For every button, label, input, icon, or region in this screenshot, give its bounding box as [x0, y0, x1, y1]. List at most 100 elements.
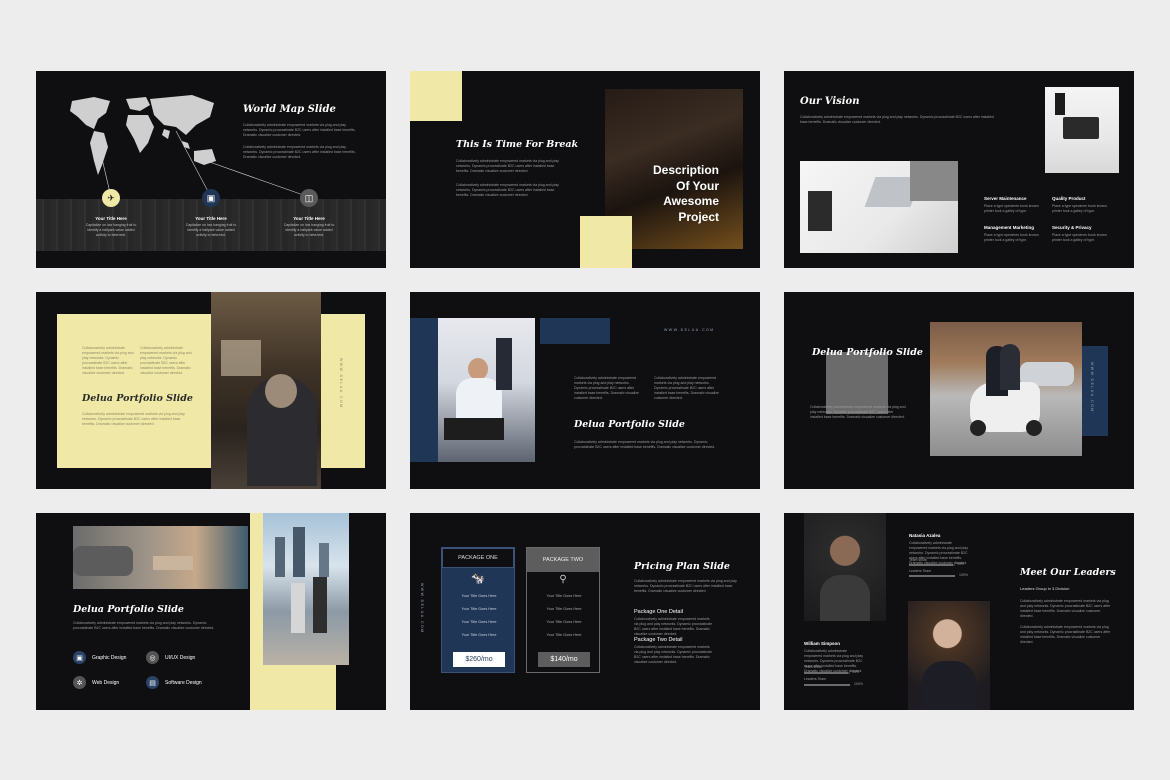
- service-uiux-design[interactable]: ◎ UI/UX Design: [146, 651, 195, 664]
- overlay-line-1: Description: [652, 163, 719, 177]
- slide-body-text: Collaboratively administrate empowered m…: [1020, 599, 1111, 618]
- slide-body-text: Collaboratively administrate empowered m…: [634, 579, 737, 593]
- briefcase-icon: ▣: [202, 189, 220, 207]
- item-text-1: Capitalize on low hanging fruit to ident…: [85, 223, 137, 237]
- slide-portfolio-yellow[interactable]: Collaboratively administrate empowered m…: [36, 292, 386, 489]
- navy-block-left: [410, 318, 438, 462]
- column-text-2: Collaboratively administrate empowered m…: [654, 376, 719, 400]
- leader-one-bar-a: [909, 564, 953, 566]
- slide-portfolio-services[interactable]: Delua Portfolio Slide Collaboratively ad…: [36, 513, 386, 710]
- slide-our-vision[interactable]: Our Vision Collaboratively administrate …: [784, 71, 1134, 268]
- cup-icon: ◫: [300, 189, 318, 207]
- service-label: Graphic Design: [92, 654, 127, 661]
- slide-title: This Is Time For Break: [456, 139, 579, 150]
- url-text: WWW.DELUA.COM: [664, 328, 715, 332]
- city-meeting-photo: [263, 513, 349, 665]
- leader-one-skill-b: Leaders Team: [909, 569, 932, 573]
- service-label: Web Design: [92, 679, 120, 686]
- service-web-design[interactable]: ✲ Web Design: [73, 676, 119, 689]
- slide-body-text-2: Collaboratively administrate empowered m…: [456, 183, 559, 197]
- leader-one-bar-b: [909, 575, 955, 577]
- item-title-1: Your Title Here: [95, 216, 127, 221]
- slide-body-text-2: Collaboratively administrate empowered m…: [1020, 625, 1111, 644]
- slide-body-text-2: Collaboratively administrate empowered m…: [243, 145, 356, 159]
- service-graphic-design[interactable]: ▣ Graphic Design: [73, 651, 126, 664]
- leader-two-bar-a: [804, 672, 848, 674]
- leader-one-name: Natasia Azalea: [909, 533, 941, 538]
- package-two-price[interactable]: $140/mo: [538, 652, 590, 667]
- office-desk-photo: [800, 161, 958, 253]
- feature-3-text: Place a type specimen book known printer…: [984, 233, 1039, 242]
- slide-title: Pricing Plan Slide: [634, 561, 730, 572]
- vertical-url: WWW.DELUA.COM: [1090, 362, 1094, 413]
- slide-body-text: Collaboratively administrate empowered m…: [810, 405, 906, 419]
- leader-two-bar-b: [804, 684, 850, 686]
- plane-icon: ✈: [102, 189, 120, 207]
- slide-body-text: Collaboratively administrate empowered m…: [574, 440, 716, 449]
- package-two-header: PACKAGE TWO: [527, 548, 599, 572]
- slide-body-text: Collaboratively administrate empowered m…: [456, 159, 559, 173]
- yellow-block-bottom: [580, 216, 632, 268]
- slide-body-text: Collaboratively administrate empowered m…: [800, 115, 994, 124]
- slide-meet-leaders[interactable]: Natasia Azalea Collaboratively administr…: [784, 513, 1134, 710]
- service-label: UI/UX Design: [165, 654, 196, 661]
- feature-1-title: Server Maintenance: [984, 196, 1027, 201]
- leader-woman-photo: [908, 601, 990, 710]
- package-one-card[interactable]: PACKAGE ONE 🐄 Your Title Goes Here Your …: [441, 547, 515, 673]
- detail-one-text: Collaboratively administrate empowered m…: [634, 617, 713, 636]
- gear-icon: ✲: [73, 676, 86, 689]
- package-two-card[interactable]: PACKAGE TWO ⚲ Your Title Goes Here Your …: [526, 547, 600, 673]
- slide-body-text: Collaboratively administrate empowered m…: [243, 123, 356, 137]
- living-room-photo: [73, 526, 248, 589]
- package-one-price[interactable]: $260/mo: [453, 652, 505, 667]
- leader-one-pct-b: 100%: [959, 573, 968, 577]
- navy-block-top: [540, 318, 610, 344]
- item-text-2: Capitalize on low hanging fruit to ident…: [185, 223, 237, 237]
- briefcase-icon: ▣: [73, 651, 86, 664]
- column-text-1: Collaboratively administrate empowered m…: [82, 346, 134, 375]
- slide-time-for-break[interactable]: This Is Time For Break Collaboratively a…: [410, 71, 760, 268]
- detail-one-title: Package One Detail: [634, 609, 683, 615]
- slide-title: Our Vision: [800, 96, 860, 107]
- package-two-row-3: Your Title Goes Here: [546, 620, 582, 624]
- package-one-row-2: Your Title Goes Here: [461, 607, 497, 611]
- bag-icon: ▤: [146, 676, 159, 689]
- feature-1-text: Place a type specimen book known printer…: [984, 204, 1039, 213]
- package-one-row-4: Your Title Goes Here: [461, 633, 497, 637]
- overlay-line-3: Awesome: [663, 194, 719, 208]
- slide-subtitle: Leaders Group in 3 Division: [1020, 586, 1070, 591]
- slide-body-text: Collaboratively administrate empowered m…: [73, 621, 215, 630]
- slide-title: Delua Portfolio Slide: [82, 393, 193, 404]
- package-one-row-3: Your Title Goes Here: [461, 620, 497, 624]
- slide-portfolio-navy[interactable]: WWW.DELUA.COM Collaboratively administra…: [410, 292, 760, 489]
- overlay-line-4: Project: [678, 209, 719, 224]
- map-connector-lines: [95, 130, 310, 198]
- businessman-photo: [438, 318, 535, 462]
- leader-two-pct-b: 100%: [854, 682, 863, 686]
- yellow-panel-left: [57, 314, 211, 468]
- slide-pricing-plan[interactable]: WWW.DELUA.COM PACKAGE ONE 🐄 Your Title G…: [410, 513, 760, 710]
- package-one-header: PACKAGE ONE: [442, 548, 514, 568]
- package-two-row-1: Your Title Goes Here: [546, 594, 582, 598]
- cow-icon: 🐄: [471, 573, 485, 585]
- feature-4-text: Place a type specimen book known printer…: [1052, 233, 1107, 242]
- yellow-block-top: [410, 71, 462, 121]
- feature-2-text: Place a type specimen book known printer…: [1052, 204, 1107, 213]
- slide-body-text: Collaboratively administrate empowered m…: [82, 412, 185, 426]
- vertical-url: WWW.DELUA.COM: [420, 583, 424, 634]
- service-label: Software Design: [165, 679, 202, 686]
- feature-2-title: Quality Product: [1052, 196, 1086, 201]
- slide-portfolio-scooter[interactable]: Delua Portfolio Slide Collaboratively ad…: [784, 292, 1134, 489]
- laptop-desk-photo: [1045, 87, 1119, 173]
- scooter-photo: [930, 322, 1082, 456]
- package-two-row-2: Your Title Goes Here: [546, 607, 582, 611]
- vertical-url: WWW.DELUA.COM: [339, 358, 343, 409]
- slide-title: Delua Portfolio Slide: [812, 347, 923, 358]
- service-software-design[interactable]: ▤ Software Design: [146, 676, 202, 689]
- slide-world-map[interactable]: World Map Slide Collaboratively administ…: [36, 71, 386, 268]
- leader-one-pct-a: 95%: [957, 562, 965, 566]
- column-text-1: Collaboratively administrate empowered m…: [574, 376, 639, 400]
- item-title-2: Your Title Here: [195, 216, 227, 221]
- feature-4-title: Security & Privacy: [1052, 225, 1092, 230]
- bicycle-icon: ⚲: [559, 574, 567, 585]
